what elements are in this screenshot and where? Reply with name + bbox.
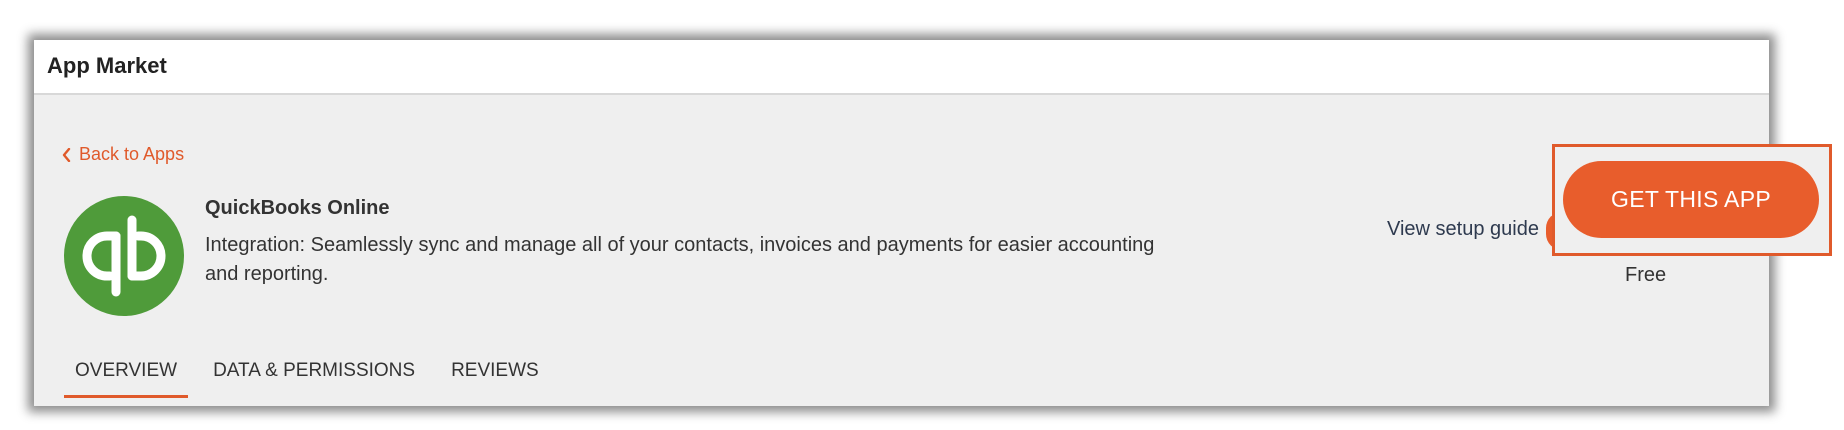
back-to-apps-link[interactable]: Back to Apps bbox=[62, 144, 184, 165]
tab-reviews[interactable]: REVIEWS bbox=[440, 358, 550, 398]
app-price: Free bbox=[1625, 264, 1667, 286]
app-market-window: App Market Back to Apps QuickBooks Onlin… bbox=[34, 40, 1769, 406]
get-this-app-button[interactable]: GET THIS APP bbox=[1563, 161, 1819, 238]
window-title: App Market bbox=[47, 53, 167, 78]
view-setup-guide-link[interactable]: View setup guide bbox=[1387, 218, 1539, 241]
app-name: QuickBooks Online bbox=[205, 197, 390, 219]
app-description: Integration: Seamlessly sync and manage … bbox=[205, 234, 1155, 285]
quickbooks-logo-icon bbox=[64, 196, 184, 316]
back-to-apps-label: Back to Apps bbox=[79, 144, 185, 164]
tab-data-permissions[interactable]: DATA & PERMISSIONS bbox=[202, 358, 426, 398]
get-app-highlight: GET THIS APP bbox=[1552, 144, 1832, 256]
window-header: App Market bbox=[34, 40, 1769, 95]
tab-overview[interactable]: OVERVIEW bbox=[64, 358, 189, 398]
app-tabs: OVERVIEW DATA & PERMISSIONS REVIEWS bbox=[64, 358, 564, 406]
chevron-left-icon bbox=[62, 147, 71, 162]
